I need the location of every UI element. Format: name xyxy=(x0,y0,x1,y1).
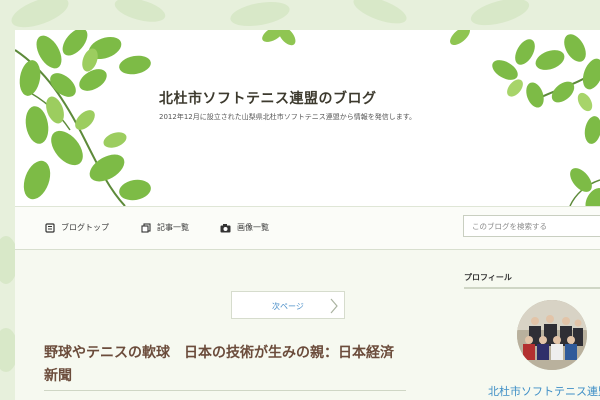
profile-name-link[interactable]: 北杜市ソフトテニス連盟 xyxy=(488,383,600,399)
site-title[interactable]: 北杜市ソフトテニス連盟のブログ xyxy=(159,88,377,108)
blog-top-icon xyxy=(45,222,55,233)
camera-icon xyxy=(220,223,231,232)
nav-item-label: 画像一覧 xyxy=(237,223,269,232)
page-container: 北杜市ソフトテニス連盟のブログ 2012年12月に設立された山梨県北杜市ソフトテ… xyxy=(15,30,600,400)
blog-search-input[interactable] xyxy=(463,215,600,237)
title-divider xyxy=(44,390,406,391)
chevron-right-icon xyxy=(330,298,338,314)
nav-item-label: 記事一覧 xyxy=(157,223,189,232)
site-description: 2012年12月に設立された山梨県北杜市ソフトテニス連盟から情報を発信します。 xyxy=(159,113,417,121)
next-page-label: 次ページ xyxy=(272,302,304,311)
profile-heading: プロフィール xyxy=(464,273,512,282)
nav-item-blog-top[interactable]: ブログトップ xyxy=(45,222,109,233)
nav-item-image-list[interactable]: 画像一覧 xyxy=(220,222,269,233)
next-page-button[interactable]: 次ページ xyxy=(231,291,345,319)
nav-item-article-list[interactable]: 記事一覧 xyxy=(141,222,189,233)
group-photo-image xyxy=(517,300,587,370)
global-nav: ブログトップ 記事一覧 画像一覧 xyxy=(15,207,600,250)
avatar[interactable] xyxy=(517,300,587,370)
profile-divider xyxy=(464,287,600,289)
blog-header: 北杜市ソフトテニス連盟のブログ 2012年12月に設立された山梨県北杜市ソフトテ… xyxy=(15,30,600,207)
nav-item-label: ブログトップ xyxy=(61,223,109,232)
article-list-icon xyxy=(141,222,151,233)
article-title[interactable]: 野球やテニスの軟球 日本の技術が生みの親：日本経済新聞 xyxy=(44,342,404,388)
